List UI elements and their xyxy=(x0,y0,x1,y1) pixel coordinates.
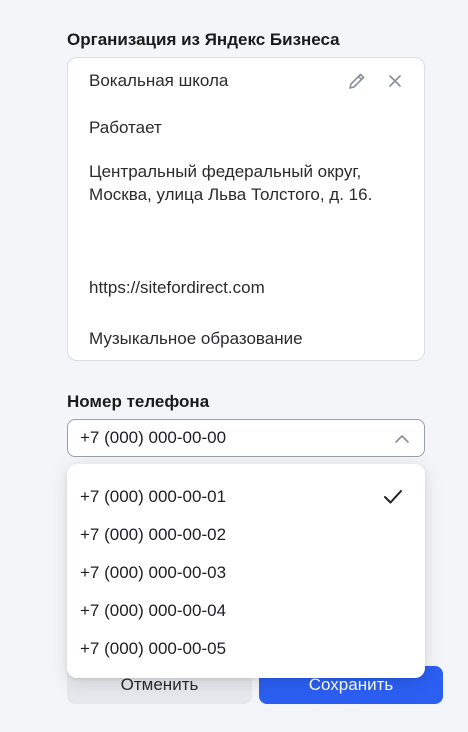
phone-option-4[interactable]: +7 (000) 000-00-04 xyxy=(67,592,425,630)
phone-section-title: Номер телефона xyxy=(67,392,210,411)
phone-option-label: +7 (000) 000-00-05 xyxy=(80,639,227,658)
phone-option-1[interactable]: +7 (000) 000-00-01 xyxy=(67,478,425,516)
phone-option-label: +7 (000) 000-00-02 xyxy=(80,525,227,544)
phone-dropdown-menu: +7 (000) 000-00-01 +7 (000) 000-00-02 +7… xyxy=(67,464,425,678)
phone-option-label: +7 (000) 000-00-01 xyxy=(80,487,227,506)
chevron-up-icon xyxy=(395,435,409,443)
phone-settings-page: Организация из Яндекс Бизнеса Вокальная … xyxy=(0,0,468,732)
organization-card: Вокальная школа Работает Центральный фед… xyxy=(67,57,425,361)
organization-category: Музыкальное образование xyxy=(89,329,303,348)
phone-option-label: +7 (000) 000-00-03 xyxy=(80,563,227,582)
phone-option-2[interactable]: +7 (000) 000-00-02 xyxy=(67,516,425,554)
close-icon xyxy=(389,75,401,87)
phone-select-value: +7 (000) 000-00-00 xyxy=(80,428,227,447)
remove-organization-button[interactable] xyxy=(384,70,406,92)
organization-address: Центральный федеральный округ, Москва, у… xyxy=(89,162,373,204)
organization-status: Работает xyxy=(89,118,162,137)
checkmark-icon xyxy=(384,490,402,504)
phone-option-5[interactable]: +7 (000) 000-00-05 xyxy=(67,630,425,668)
organization-name: Вокальная школа xyxy=(89,71,229,90)
edit-organization-button[interactable] xyxy=(346,70,368,92)
phone-select[interactable]: +7 (000) 000-00-00 xyxy=(67,419,425,457)
organization-section-title: Организация из Яндекс Бизнеса xyxy=(67,30,340,49)
phone-option-label: +7 (000) 000-00-04 xyxy=(80,601,227,620)
pencil-icon xyxy=(349,73,365,89)
organization-website: https://sitefordirect.com xyxy=(89,278,265,297)
phone-option-3[interactable]: +7 (000) 000-00-03 xyxy=(67,554,425,592)
